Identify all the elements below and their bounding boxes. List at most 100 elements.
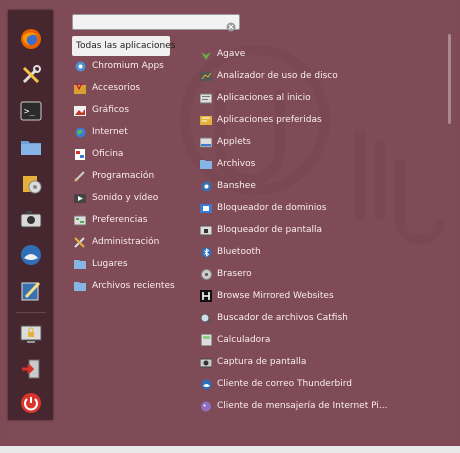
category-office[interactable]: Oficina bbox=[74, 144, 194, 164]
category-places[interactable]: Lugares bbox=[74, 254, 194, 274]
search-box bbox=[72, 14, 240, 32]
settings-tools-icon[interactable] bbox=[16, 60, 46, 90]
recent-files-icon bbox=[74, 280, 86, 292]
app-label: Cliente de mensajería de Internet Pi... bbox=[217, 401, 388, 411]
app-label: Cliente de correo Thunderbird bbox=[217, 379, 352, 389]
category-label: Administración bbox=[92, 237, 160, 247]
category-programming[interactable]: Programación bbox=[74, 166, 194, 186]
thunderbird-icon[interactable] bbox=[16, 240, 46, 270]
applets-icon bbox=[200, 136, 212, 148]
app-item[interactable]: Captura de pantalla bbox=[200, 352, 440, 372]
terminal-icon[interactable]: >_ bbox=[16, 96, 46, 126]
app-label: Brasero bbox=[217, 269, 252, 279]
httrack-icon bbox=[200, 290, 212, 302]
app-item[interactable]: Aplicaciones preferidas bbox=[200, 110, 440, 130]
category-chromium-apps[interactable]: Chromium Apps bbox=[74, 56, 194, 76]
preferred-apps-icon bbox=[200, 114, 212, 126]
category-label: Gráficos bbox=[92, 105, 130, 115]
category-sound-video[interactable]: Sonido y vídeo bbox=[74, 188, 194, 208]
svg-text:>_: >_ bbox=[24, 107, 35, 117]
administration-icon bbox=[74, 236, 86, 248]
logout-icon[interactable] bbox=[16, 354, 46, 384]
app-item[interactable]: Cliente de mensajería de Internet Pi... bbox=[200, 396, 440, 416]
pidgin-icon bbox=[200, 400, 212, 412]
app-label: Buscador de archivos Catfish bbox=[217, 313, 348, 323]
category-label: Chromium Apps bbox=[92, 61, 164, 71]
app-item[interactable]: Browse Mirrored Websites bbox=[200, 286, 440, 306]
category-label: Lugares bbox=[92, 259, 128, 269]
domain-blocker-icon bbox=[200, 202, 212, 214]
chromium-icon bbox=[74, 60, 86, 72]
software-package-icon[interactable] bbox=[16, 168, 46, 198]
category-label: Oficina bbox=[92, 149, 124, 159]
app-list-scrollbar[interactable] bbox=[448, 34, 451, 124]
category-all-applications[interactable]: Todas las aplicaciones bbox=[72, 36, 175, 56]
app-item[interactable]: Bluetooth bbox=[200, 242, 440, 262]
folder-icon[interactable] bbox=[16, 132, 46, 162]
app-label: Banshee bbox=[217, 181, 256, 191]
thunderbird-mail-icon bbox=[200, 378, 212, 390]
startup-apps-icon bbox=[200, 92, 212, 104]
accessories-icon bbox=[74, 82, 86, 94]
graphics-icon bbox=[74, 104, 86, 116]
category-graphics[interactable]: Gráficos bbox=[74, 100, 194, 120]
app-item[interactable]: Banshee bbox=[200, 176, 440, 196]
screen-locker-icon bbox=[200, 224, 212, 236]
app-label: Bloqueador de dominios bbox=[217, 203, 327, 213]
app-item[interactable]: Analizador de uso de disco bbox=[200, 66, 440, 86]
category-accessories[interactable]: Accesorios bbox=[74, 78, 194, 98]
category-preferences[interactable]: Preferencias bbox=[74, 210, 194, 230]
app-item[interactable]: Cliente de correo Thunderbird bbox=[200, 374, 440, 394]
disk-usage-icon bbox=[200, 70, 212, 82]
app-item[interactable]: Applets bbox=[200, 132, 440, 152]
search-input[interactable] bbox=[77, 15, 217, 29]
category-label: Archivos recientes bbox=[92, 281, 175, 291]
bluetooth-icon bbox=[200, 246, 212, 258]
app-label: Bloqueador de pantalla bbox=[217, 225, 323, 235]
app-item[interactable]: Aplicaciones al inicio bbox=[200, 88, 440, 108]
app-item[interactable]: Bloqueador de pantalla bbox=[200, 220, 440, 240]
category-administration[interactable]: Administración bbox=[74, 232, 194, 252]
app-label: Aplicaciones al inicio bbox=[217, 93, 311, 103]
agave-icon bbox=[200, 48, 212, 60]
preferences-icon bbox=[74, 214, 86, 226]
category-label: Programación bbox=[92, 171, 155, 181]
app-label: Captura de pantalla bbox=[217, 357, 307, 367]
app-item[interactable]: Bloqueador de dominios bbox=[200, 198, 440, 218]
app-label: Analizador de uso de disco bbox=[217, 71, 338, 81]
bottom-panel bbox=[0, 446, 460, 453]
firefox-icon[interactable] bbox=[16, 24, 46, 54]
clear-search-icon[interactable] bbox=[226, 17, 236, 36]
screenshot-icon bbox=[200, 356, 212, 368]
app-item[interactable]: Calculadora bbox=[200, 330, 440, 350]
files-icon bbox=[200, 158, 212, 170]
power-icon[interactable] bbox=[16, 388, 46, 418]
app-label: Browse Mirrored Websites bbox=[217, 291, 334, 301]
calculator-icon bbox=[200, 334, 212, 346]
category-label: Internet bbox=[92, 127, 128, 137]
app-item[interactable]: Agave bbox=[200, 44, 440, 64]
app-label: Applets bbox=[217, 137, 251, 147]
banshee-icon bbox=[200, 180, 212, 192]
category-label: Preferencias bbox=[92, 215, 148, 225]
lock-screen-icon[interactable] bbox=[16, 320, 46, 350]
office-icon bbox=[74, 148, 86, 160]
internet-icon bbox=[74, 126, 86, 138]
app-label: Archivos bbox=[217, 159, 256, 169]
category-label: Todas las aplicaciones bbox=[76, 41, 176, 51]
places-icon bbox=[74, 258, 86, 270]
category-label: Accesorios bbox=[92, 83, 141, 93]
brasero-icon bbox=[200, 268, 212, 280]
app-label: Aplicaciones preferidas bbox=[217, 115, 322, 125]
favorites-sidebar: >_ bbox=[8, 10, 53, 420]
sound-video-icon bbox=[74, 192, 86, 204]
app-item[interactable]: Archivos bbox=[200, 154, 440, 174]
app-item[interactable]: Brasero bbox=[200, 264, 440, 284]
category-internet[interactable]: Internet bbox=[74, 122, 194, 142]
category-recent-files[interactable]: Archivos recientes bbox=[74, 276, 194, 296]
favorites-separator bbox=[16, 312, 46, 313]
camera-icon[interactable] bbox=[16, 204, 46, 234]
app-item[interactable]: Buscador de archivos Catfish bbox=[200, 308, 440, 328]
app-label: Calculadora bbox=[217, 335, 271, 345]
text-editor-icon[interactable] bbox=[16, 276, 46, 306]
